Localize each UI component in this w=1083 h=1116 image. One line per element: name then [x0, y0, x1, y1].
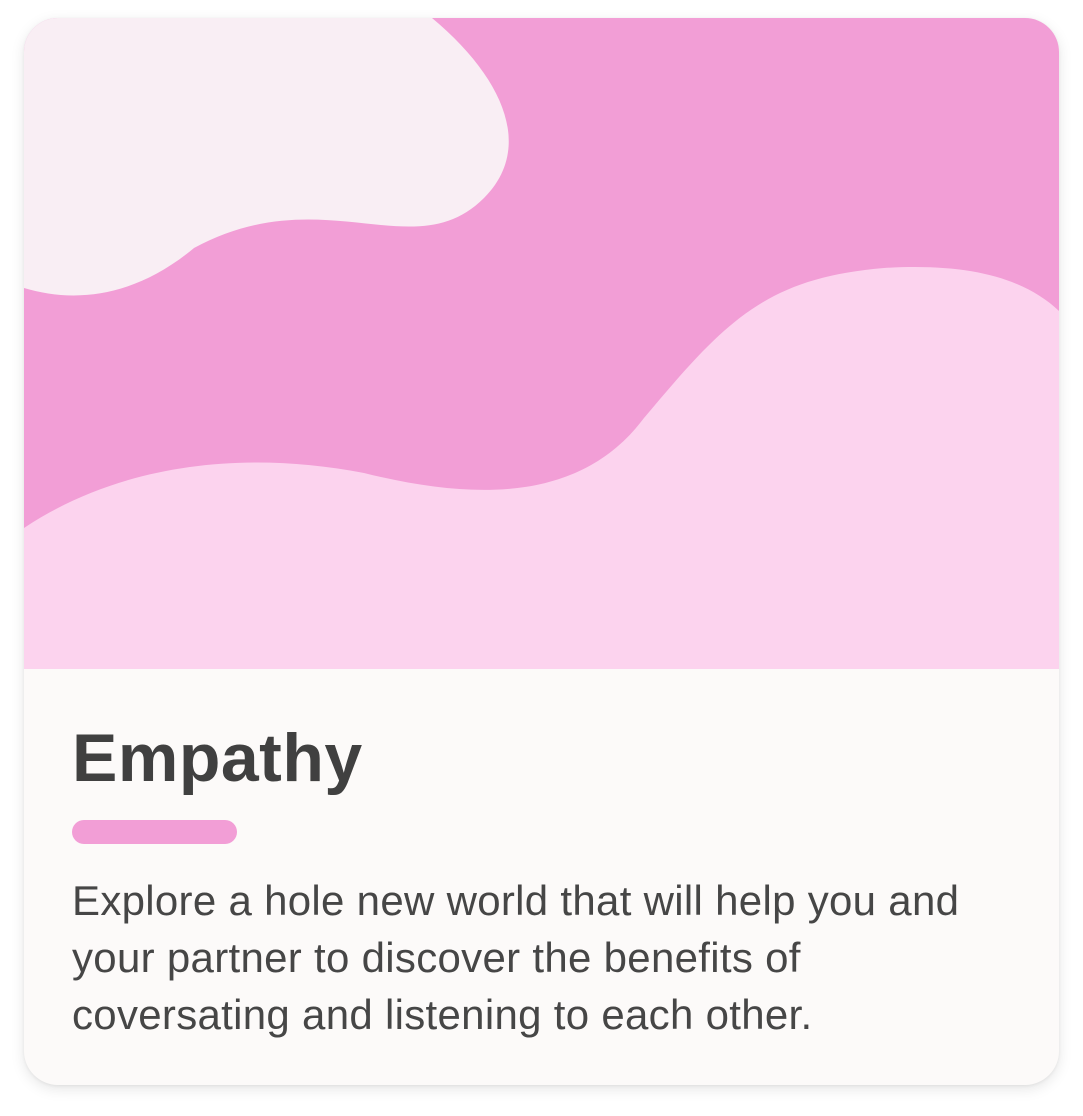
card-description: Explore a hole new world that will help …	[72, 877, 960, 1038]
empathy-card[interactable]: Empathy Explore a hole new world that wi…	[24, 18, 1059, 1085]
title-accent-bar	[72, 820, 237, 844]
hero-wave-illustration	[24, 18, 1059, 669]
card-body: Empathy Explore a hole new world that wi…	[72, 718, 1012, 1043]
card-title: Empathy	[72, 720, 363, 796]
